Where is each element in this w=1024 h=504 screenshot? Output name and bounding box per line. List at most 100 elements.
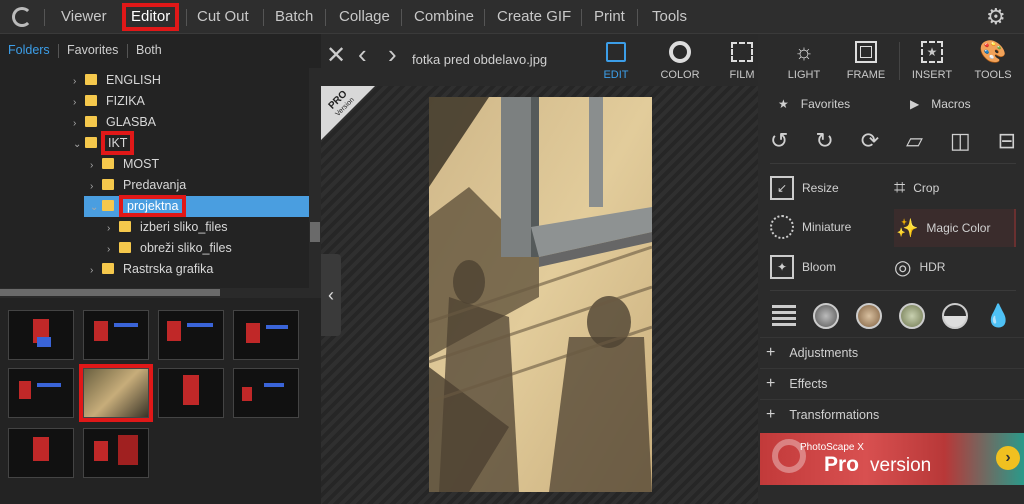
effects-section[interactable]: + Effects [760, 368, 1024, 398]
preset-toolbar: 💧 [772, 302, 1012, 330]
thumbnail-selected[interactable] [79, 364, 153, 422]
folder-icon [85, 95, 97, 106]
next-icon[interactable]: › [388, 41, 397, 67]
divider [770, 290, 1016, 291]
banner-pro-text: Pro [824, 453, 860, 476]
previous-icon[interactable]: ‹ [358, 41, 367, 67]
hdr-button[interactable]: ◎ HDR [894, 249, 1014, 285]
tree-scrollbar[interactable] [309, 68, 321, 288]
straighten-icon[interactable]: ▱ [906, 128, 923, 154]
collapse-panel-button[interactable]: ‹ [321, 254, 341, 336]
preset-contrast-icon[interactable] [941, 303, 968, 329]
chevron-right-icon: › [90, 181, 94, 192]
magic-color-button[interactable]: ✨ Magic Color [896, 210, 1016, 246]
gear-icon[interactable]: ⚙ [986, 4, 1006, 30]
tab-cut-out[interactable]: Cut Out [190, 5, 256, 29]
banner-small-text: PhotoScape X [800, 442, 864, 453]
tree-hscrollbar[interactable] [0, 288, 321, 298]
tab-tools[interactable]: Tools [645, 5, 694, 29]
thumbnail[interactable] [83, 428, 149, 478]
tree-item-ikt[interactable]: ⌄ IKT [73, 131, 135, 155]
favorites-button[interactable]: ★ Favorites [778, 86, 898, 122]
divider [770, 163, 1016, 164]
tree-item-projektna[interactable]: ⌄ projektna [90, 195, 187, 217]
tool-film[interactable]: FILM [713, 38, 771, 81]
star-icon: ★ [778, 97, 789, 111]
tab-collage[interactable]: Collage [332, 5, 397, 29]
plus-icon: + [766, 405, 776, 423]
separator [484, 9, 485, 26]
macros-button[interactable]: ▶ Macros [910, 86, 1020, 122]
thumbnail[interactable] [8, 368, 74, 418]
file-name: fotka pred obdelavo.jpg [412, 52, 548, 67]
separator [401, 9, 402, 26]
tab-editor[interactable]: Editor [121, 3, 180, 31]
photo-content [429, 97, 652, 492]
thumbnail[interactable] [158, 368, 224, 418]
crop-icon: ⌗ [894, 176, 906, 199]
tree-item[interactable]: › MOST [90, 154, 159, 175]
preset-warm-icon[interactable] [855, 303, 882, 329]
flip-horizontal-icon[interactable]: ◫ [950, 128, 971, 154]
tree-item[interactable]: › FIZIKA [73, 91, 145, 112]
scrollbar-thumb[interactable] [0, 289, 220, 296]
flip-vertical-icon[interactable]: ⊟ [998, 128, 1016, 154]
film-icon [713, 38, 771, 66]
tab-viewer[interactable]: Viewer [54, 5, 114, 29]
close-icon[interactable]: ✕ [326, 44, 346, 68]
thumbnail[interactable] [83, 310, 149, 360]
drop-icon[interactable]: 💧 [985, 303, 1012, 329]
tree-item[interactable]: › ENGLISH [73, 70, 161, 91]
tool-tools[interactable]: 🎨 TOOLS [964, 38, 1022, 81]
chevron-right-icon: › [90, 265, 94, 276]
tool-insert[interactable]: ★ INSERT [903, 38, 961, 81]
miniature-button[interactable]: Miniature [770, 209, 890, 245]
scrollbar-thumb[interactable] [310, 222, 320, 242]
thumbnail[interactable] [8, 428, 74, 478]
rotate-angle-icon[interactable]: ⟳ [861, 128, 879, 154]
banner-version-text: version [870, 455, 932, 476]
chevron-right-icon: › [107, 244, 111, 255]
separator [44, 9, 45, 26]
chevron-right-icon: › [73, 118, 77, 129]
separator [581, 9, 582, 26]
folder-icon [102, 158, 114, 169]
tab-print[interactable]: Print [587, 5, 632, 29]
tool-frame[interactable]: FRAME [837, 38, 895, 81]
transformations-section[interactable]: + Transformations [760, 399, 1024, 429]
thumbnail[interactable] [233, 368, 299, 418]
tree-item[interactable]: › Predavanja [90, 175, 186, 196]
rotate-right-icon[interactable]: ↻ [815, 128, 833, 154]
pro-version-banner[interactable]: PhotoScape X Pro version › [760, 433, 1024, 485]
thumbnail[interactable] [233, 310, 299, 360]
bloom-button[interactable]: ✦ Bloom [770, 249, 890, 285]
tab-create-gif[interactable]: Create GIF [490, 5, 578, 29]
arrow-right-icon[interactable]: › [996, 446, 1020, 470]
preset-green-icon[interactable] [898, 303, 925, 329]
resize-button[interactable]: ↙ Resize [770, 170, 890, 206]
play-icon: ▶ [910, 97, 920, 111]
preset-gray-icon[interactable] [812, 303, 839, 329]
tool-light[interactable]: ☼ LIGHT [775, 38, 833, 81]
app-logo-icon[interactable] [12, 7, 32, 27]
tool-edit[interactable]: EDIT [587, 38, 645, 81]
thumbnail[interactable] [158, 310, 224, 360]
tab-favorites[interactable]: Favorites [67, 43, 118, 57]
tool-color[interactable]: COLOR [651, 38, 709, 81]
tree-item[interactable]: › obreži sliko_files [107, 238, 232, 259]
hdr-icon: ◎ [894, 256, 912, 279]
tab-combine[interactable]: Combine [407, 5, 481, 29]
tab-folders[interactable]: Folders [8, 43, 50, 57]
insert-icon: ★ [903, 38, 961, 66]
tab-both[interactable]: Both [136, 43, 162, 57]
thumbnail[interactable] [8, 310, 74, 360]
tree-item[interactable]: › Rastrska grafika [90, 259, 213, 280]
chevron-right-icon: › [90, 160, 94, 171]
tab-batch[interactable]: Batch [268, 5, 320, 29]
list-icon[interactable] [772, 305, 796, 327]
rotate-left-icon[interactable]: ↺ [770, 128, 788, 154]
adjustments-section[interactable]: + Adjustments [760, 337, 1024, 367]
tree-item[interactable]: › izberi sliko_files [107, 217, 228, 238]
tree-item[interactable]: › GLASBA [73, 112, 156, 133]
crop-button[interactable]: ⌗ Crop [894, 170, 1014, 206]
